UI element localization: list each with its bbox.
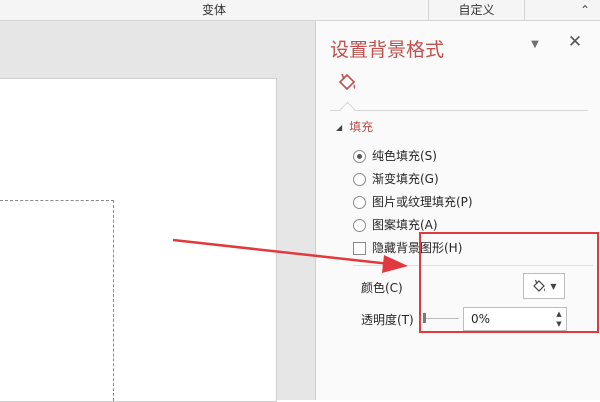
- paint-bucket-icon: [338, 73, 356, 91]
- slide-canvas[interactable]: [0, 78, 277, 402]
- radio-label: 纯色填充(S): [372, 149, 437, 163]
- checkbox-indicator: [353, 241, 366, 255]
- chevron-up-icon: ⌃: [579, 3, 591, 17]
- annotation-highlight-box: [419, 232, 599, 333]
- pane-options-button[interactable]: ▼: [527, 37, 543, 53]
- close-icon: ✕: [567, 32, 583, 52]
- slide-workarea: [0, 21, 315, 402]
- radio-solid-fill[interactable]: 纯色填充(S): [353, 147, 437, 165]
- radio-label: 渐变填充(G): [372, 172, 439, 186]
- ribbon-group-customize-label: 自定义: [458, 3, 495, 17]
- radio-gradient-fill[interactable]: 渐变填充(G): [353, 170, 439, 188]
- tab-indicator: [339, 101, 356, 118]
- ribbon-group-variants-label: 变体: [201, 3, 226, 17]
- expand-triangle-icon: ◢: [336, 123, 343, 132]
- ribbon-separator: [524, 0, 525, 20]
- radio-indicator: [353, 149, 366, 163]
- radio-indicator: [353, 218, 366, 232]
- radio-label: 图片或纹理填充(P): [372, 195, 473, 209]
- pane-close-button[interactable]: ✕: [566, 33, 584, 51]
- ribbon-group-customize: 自定义: [429, 0, 524, 20]
- color-label: 颜色(C): [361, 281, 403, 295]
- section-fill-label: 填充: [349, 120, 374, 134]
- tab-divider: [330, 110, 588, 111]
- radio-indicator: [353, 172, 366, 186]
- triangle-down-icon: ▼: [531, 39, 539, 50]
- ribbon-bar: 变体 自定义 ⌃: [0, 0, 600, 21]
- collapse-ribbon-button[interactable]: ⌃: [570, 0, 600, 20]
- pane-title: 设置背景格式: [330, 39, 445, 61]
- ribbon-group-variants: 变体: [0, 0, 428, 20]
- tab-fill[interactable]: [336, 71, 358, 93]
- transparency-label: 透明度(T): [361, 313, 414, 327]
- format-background-pane: 设置背景格式 ▼ ✕ ◢ 填充 纯色填充(S) 渐变填充(G) 图片或纹理填充(P…: [315, 21, 600, 400]
- radio-picture-texture-fill[interactable]: 图片或纹理填充(P): [353, 193, 473, 211]
- radio-indicator: [353, 195, 366, 209]
- section-fill-header[interactable]: ◢ 填充: [336, 119, 373, 135]
- slide-placeholder[interactable]: [0, 200, 114, 401]
